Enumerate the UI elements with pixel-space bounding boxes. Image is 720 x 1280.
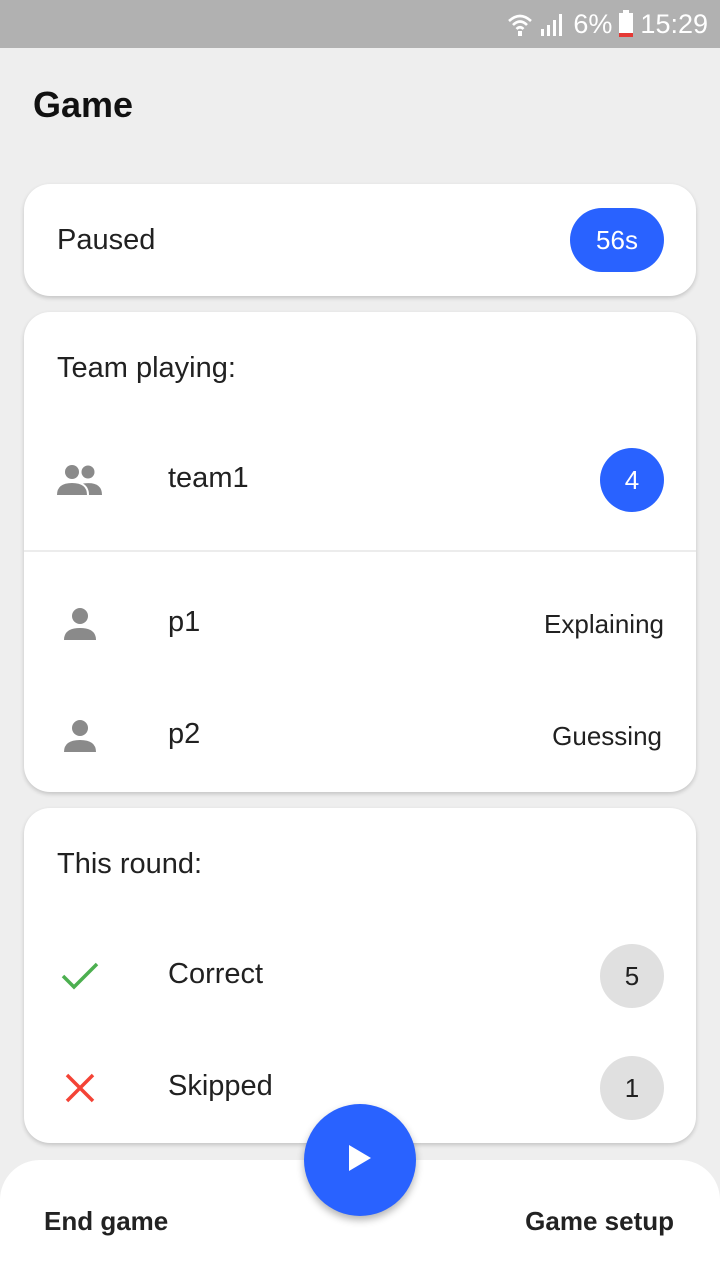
correct-label: Correct bbox=[168, 958, 264, 990]
battery-percent: 6% bbox=[573, 8, 613, 39]
team-playing-card: Team playing: team1 4 p1 Explaining p2 G… bbox=[24, 312, 696, 792]
page-title: Game bbox=[33, 84, 134, 125]
player-row: p2 Guessing bbox=[24, 704, 696, 768]
divider bbox=[24, 550, 696, 552]
team-row: team1 4 bbox=[24, 448, 696, 512]
game-setup-button[interactable]: Game setup bbox=[525, 1206, 674, 1237]
round-section-title: This round: bbox=[57, 848, 203, 880]
group-icon bbox=[56, 460, 104, 500]
this-round-card: This round: Correct 5 Skipped 1 bbox=[24, 808, 696, 1143]
person-icon bbox=[56, 716, 104, 756]
team-score-badge: 4 bbox=[600, 448, 664, 512]
skipped-count-badge: 1 bbox=[600, 1056, 664, 1120]
player-name: p1 bbox=[168, 606, 201, 638]
player-role: Guessing bbox=[552, 721, 662, 751]
player-name: p2 bbox=[168, 718, 201, 750]
status-bar: 6% 15:29 bbox=[0, 0, 720, 48]
team-section-title: Team playing: bbox=[57, 352, 236, 384]
skipped-label: Skipped bbox=[168, 1070, 273, 1102]
clock: 15:29 bbox=[640, 8, 708, 39]
game-status-card: Paused 56s bbox=[24, 184, 696, 296]
close-icon bbox=[56, 1068, 104, 1108]
battery-low-icon bbox=[618, 10, 634, 38]
correct-count-badge: 5 bbox=[600, 944, 664, 1008]
play-icon bbox=[346, 1143, 374, 1178]
wifi-icon bbox=[507, 11, 533, 37]
player-row: p1 Explaining bbox=[24, 592, 696, 656]
play-button[interactable] bbox=[304, 1104, 416, 1216]
game-state-label: Paused bbox=[57, 224, 156, 256]
timer-badge: 56s bbox=[570, 208, 664, 272]
team-name: team1 bbox=[168, 462, 249, 494]
end-game-button[interactable]: End game bbox=[44, 1206, 168, 1237]
correct-row: Correct 5 bbox=[24, 944, 696, 1008]
check-icon bbox=[56, 956, 104, 996]
player-role: Explaining bbox=[544, 609, 664, 639]
person-icon bbox=[56, 604, 104, 644]
signal-icon bbox=[539, 11, 567, 37]
